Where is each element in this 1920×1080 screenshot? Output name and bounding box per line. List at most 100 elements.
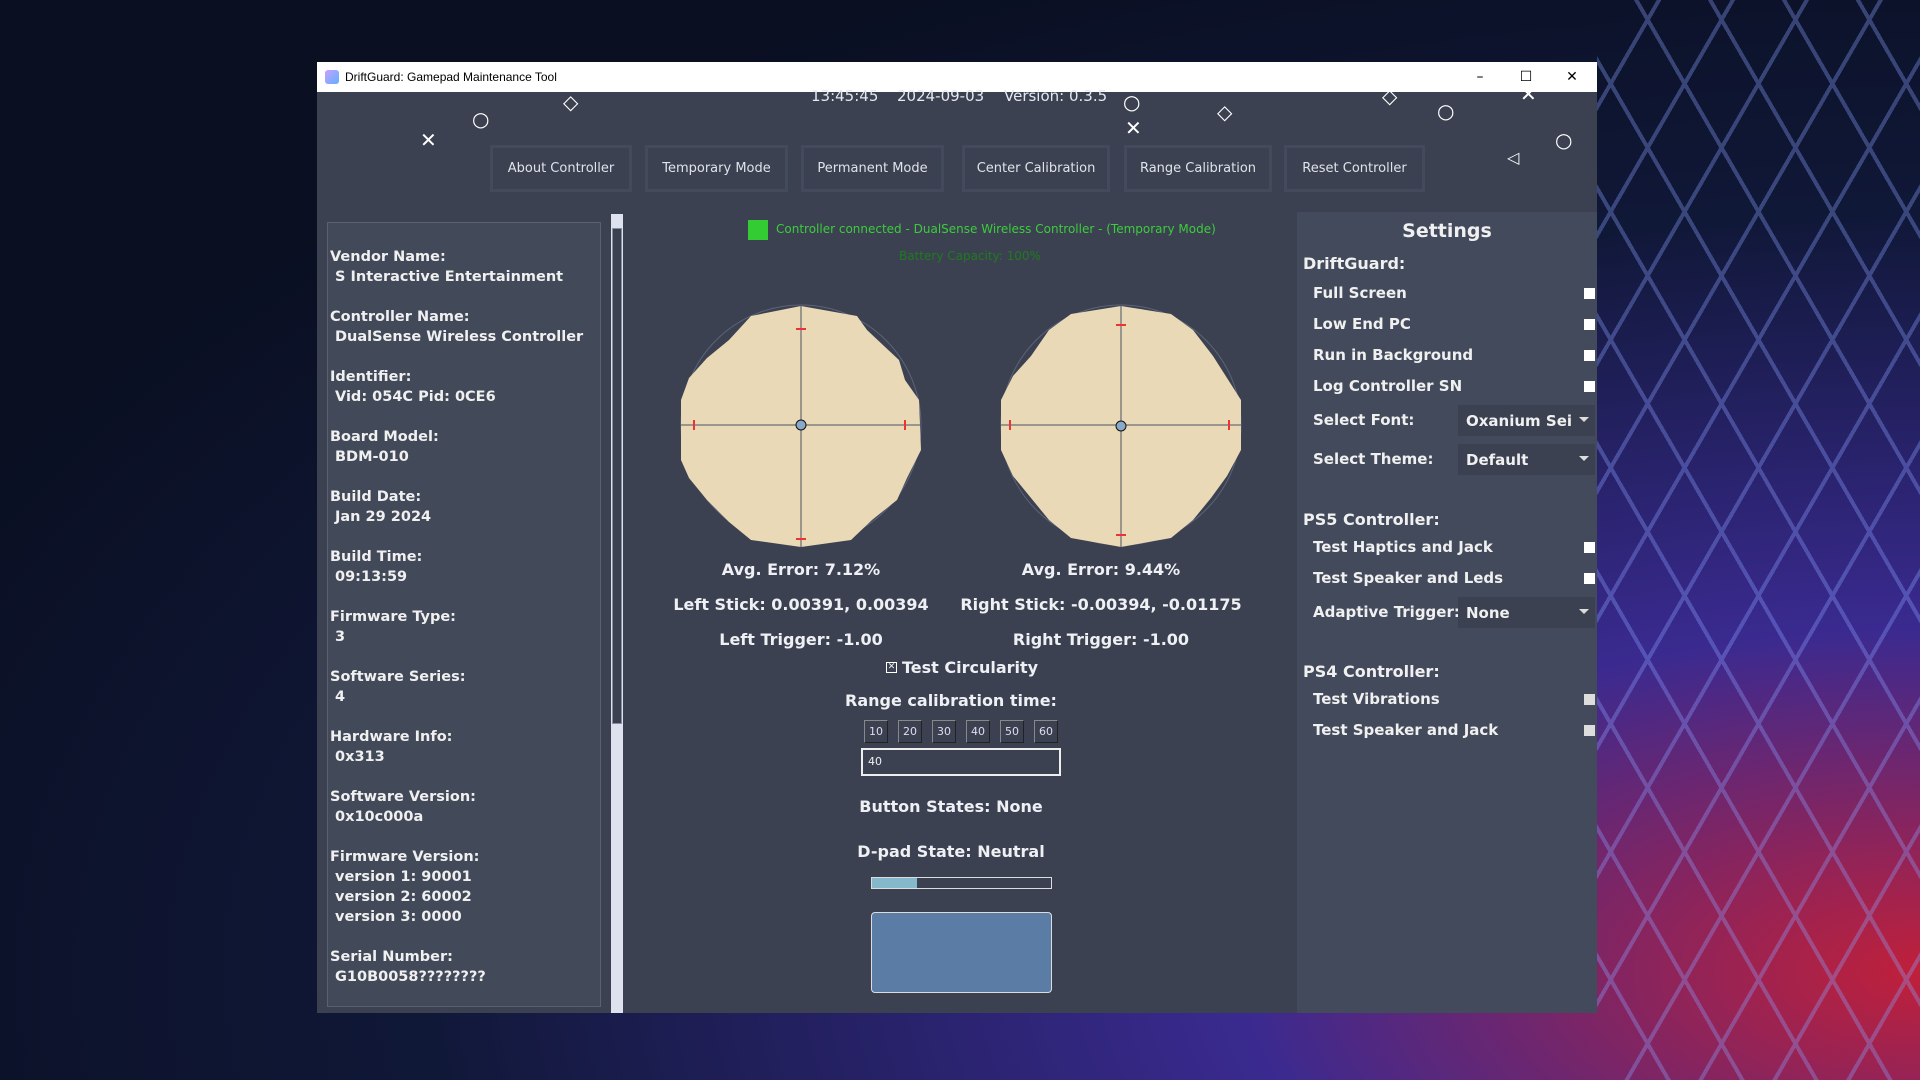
ps5-heading: PS5 Controller:	[1303, 510, 1440, 529]
info-label: Hardware Info:	[330, 727, 598, 747]
range-time-30-button[interactable]: 30	[932, 720, 956, 743]
cross-symbol-icon: ✕	[1125, 116, 1142, 140]
battery-status: Battery Capacity: 100%	[899, 249, 1041, 263]
left-avg-error: Avg. Error: 7.12%	[651, 560, 951, 579]
range-time-10-button[interactable]: 10	[864, 720, 888, 743]
theme-select[interactable]: Default	[1458, 444, 1595, 475]
test-speaker-jack-checkbox[interactable]	[1584, 725, 1595, 736]
scrollbar-thumb[interactable]	[612, 228, 622, 724]
progress-fill	[872, 878, 917, 888]
cross-symbol-icon: ✕	[1520, 82, 1537, 106]
dpad-state: D-pad State: Neutral	[801, 842, 1101, 861]
window-title: DriftGuard: Gamepad Maintenance Tool	[345, 70, 557, 84]
test-vibrations-label: Test Vibrations	[1313, 690, 1440, 708]
info-label: Serial Number:	[330, 947, 598, 967]
date: 2024-09-03	[897, 87, 984, 105]
log-controller-sn-checkbox[interactable]	[1584, 381, 1595, 392]
driftguard-heading: DriftGuard:	[1303, 254, 1405, 273]
progress-bar	[871, 877, 1052, 889]
center-calibration-button[interactable]: Center Calibration	[962, 145, 1110, 192]
right-trigger-value: Right Trigger: -1.00	[951, 630, 1251, 649]
info-value: S Interactive Entertainment	[330, 267, 598, 287]
info-value: 0x10c000a	[330, 807, 598, 827]
info-label: Board Model:	[330, 427, 598, 447]
test-vibrations-checkbox[interactable]	[1584, 694, 1595, 705]
test-speaker-jack-label: Test Speaker and Jack	[1313, 721, 1498, 739]
connection-indicator	[748, 220, 768, 240]
clock: 13:45:45	[811, 87, 878, 105]
info-label: Identifier:	[330, 367, 598, 387]
full-screen-checkbox[interactable]	[1584, 288, 1595, 299]
test-speaker-leds-checkbox[interactable]	[1584, 573, 1595, 584]
left-stick-plot	[667, 300, 937, 550]
chevron-down-icon	[1579, 456, 1589, 461]
log-controller-sn-label: Log Controller SN	[1313, 377, 1462, 395]
permanent-mode-button[interactable]: Permanent Mode	[801, 145, 944, 192]
info-value: G10B0058????????	[330, 967, 598, 987]
left-stick-position	[796, 420, 806, 430]
info-value: 0x313	[330, 747, 598, 767]
select-font-label: Select Font:	[1313, 411, 1414, 429]
connection-status: Controller connected - DualSense Wireles…	[776, 222, 1216, 236]
circle-symbol-icon: ○	[472, 107, 489, 131]
info-label: Software Series:	[330, 667, 598, 687]
square-symbol-icon: ◇	[563, 90, 578, 114]
range-calibration-button[interactable]: Range Calibration	[1124, 145, 1272, 192]
font-select[interactable]: Oxanium Sei	[1458, 405, 1595, 436]
test-circularity-checkbox[interactable]: ✕ Test Circularity	[886, 658, 1038, 677]
info-label: Controller Name:	[330, 307, 598, 327]
info-label: Software Version:	[330, 787, 598, 807]
adaptive-trigger-value: None	[1466, 604, 1510, 622]
info-value: 3	[330, 627, 598, 647]
info-value: 09:13:59	[330, 567, 598, 587]
circle-symbol-icon: ○	[1123, 90, 1140, 114]
button-states: Button States: None	[801, 797, 1101, 816]
low-end-pc-label: Low End PC	[1313, 315, 1411, 333]
right-stick-position	[1116, 421, 1126, 431]
test-circularity-label: Test Circularity	[902, 658, 1038, 677]
temporary-mode-button[interactable]: Temporary Mode	[645, 145, 788, 192]
low-end-pc-checkbox[interactable]	[1584, 319, 1595, 330]
reset-controller-button[interactable]: Reset Controller	[1284, 145, 1425, 192]
select-theme-label: Select Theme:	[1313, 450, 1433, 468]
adaptive-trigger-select[interactable]: None	[1458, 597, 1595, 628]
range-time-40-button[interactable]: 40	[966, 720, 990, 743]
info-label: Firmware Version:	[330, 847, 598, 867]
about-controller-button[interactable]: About Controller	[490, 145, 632, 192]
ps4-heading: PS4 Controller:	[1303, 662, 1440, 681]
info-value: version 1: 90001 version 2: 60002 versio…	[330, 867, 598, 927]
adaptive-trigger-label: Adaptive Trigger:	[1313, 603, 1460, 621]
run-in-background-checkbox[interactable]	[1584, 350, 1595, 361]
info-value: 4	[330, 687, 598, 707]
chevron-down-icon	[1579, 417, 1589, 422]
right-stick-values: Right Stick: -0.00394, -0.01175	[951, 595, 1251, 614]
theme-select-value: Default	[1466, 451, 1528, 469]
close-button[interactable]: ✕	[1549, 62, 1595, 92]
info-label: Build Date:	[330, 487, 598, 507]
right-stick-plot	[987, 300, 1257, 550]
left-trigger-value: Left Trigger: -1.00	[651, 630, 951, 649]
circle-symbol-icon: ○	[1437, 99, 1454, 123]
info-value: Jan 29 2024	[330, 507, 598, 527]
cross-symbol-icon: ✕	[420, 128, 437, 152]
range-time-input[interactable]: 40	[861, 748, 1061, 776]
info-value: DualSense Wireless Controller	[330, 327, 598, 347]
range-calibration-label: Range calibration time:	[801, 691, 1101, 710]
triangle-symbol-icon: ◁	[1507, 148, 1519, 167]
square-symbol-icon: ◇	[1382, 84, 1397, 108]
range-time-60-button[interactable]: 60	[1034, 720, 1058, 743]
minimize-button[interactable]: –	[1457, 62, 1503, 92]
info-label: Firmware Type:	[330, 607, 598, 627]
desktop-wallpaper	[1597, 0, 1920, 1080]
range-time-20-button[interactable]: 20	[898, 720, 922, 743]
range-time-50-button[interactable]: 50	[1000, 720, 1024, 743]
info-scrollbar[interactable]	[611, 214, 623, 1013]
run-in-background-label: Run in Background	[1313, 346, 1473, 364]
test-haptics-checkbox[interactable]	[1584, 542, 1595, 553]
info-value: Vid: 054C Pid: 0CE6	[330, 387, 598, 407]
full-screen-label: Full Screen	[1313, 284, 1407, 302]
test-speaker-leds-label: Test Speaker and Leds	[1313, 569, 1503, 587]
checkbox-checked-icon: ✕	[886, 662, 897, 673]
version: Version: 0.3.5	[1004, 87, 1107, 105]
controller-info-panel: Vendor Name:S Interactive EntertainmentC…	[327, 222, 601, 1007]
